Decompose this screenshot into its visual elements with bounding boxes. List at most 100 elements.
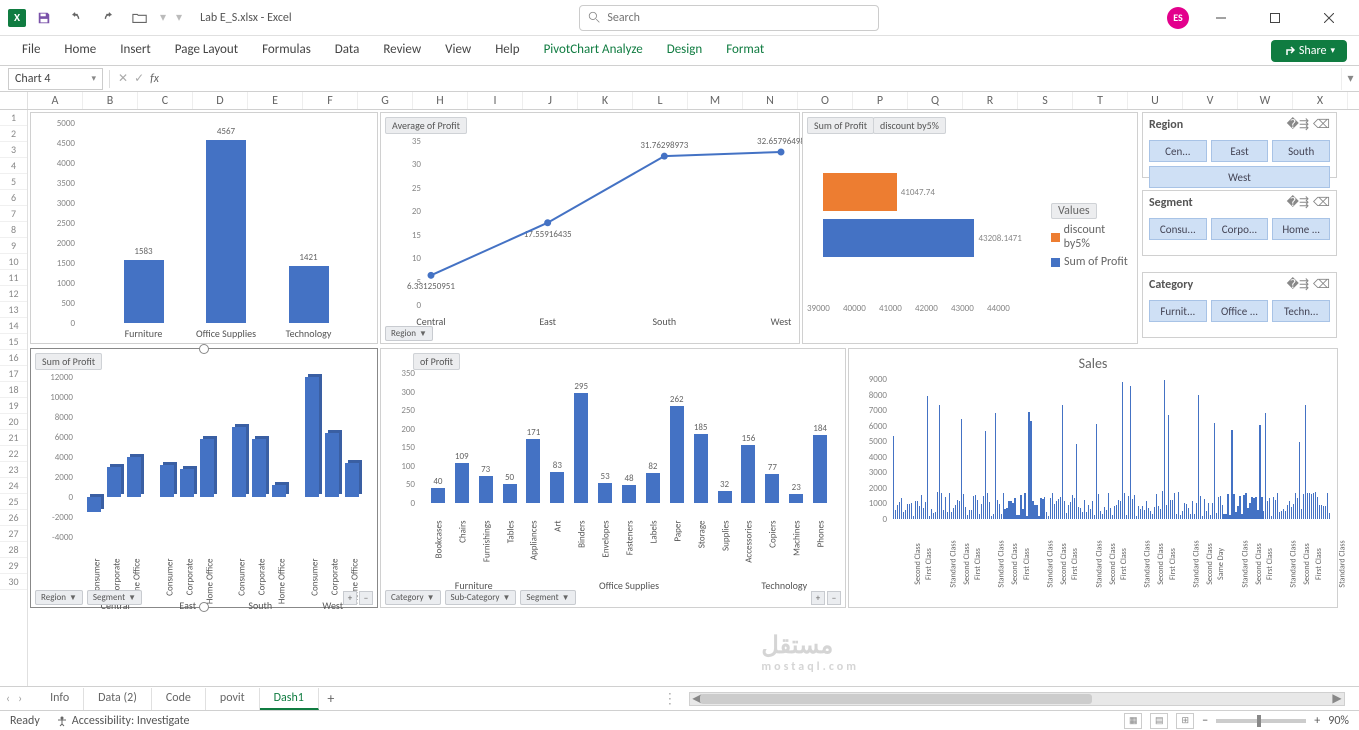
column-header-G[interactable]: G bbox=[358, 92, 413, 109]
ribbon-tab-pivotchart-analyze[interactable]: PivotChart Analyze bbox=[534, 38, 653, 63]
search-box[interactable] bbox=[579, 5, 879, 31]
ribbon-tab-design[interactable]: Design bbox=[657, 38, 712, 63]
clear-filter-icon[interactable]: ⌫ bbox=[1313, 117, 1330, 132]
column-header-M[interactable]: M bbox=[688, 92, 743, 109]
row-header-17[interactable]: 17 bbox=[0, 366, 27, 382]
column-header-C[interactable]: C bbox=[138, 92, 193, 109]
pivot-field-button[interactable]: Segment ▼ bbox=[520, 590, 575, 605]
multi-select-icon[interactable]: �⇶ bbox=[1287, 117, 1309, 132]
sheet-nav-next[interactable]: › bbox=[18, 692, 22, 706]
column-header-R[interactable]: R bbox=[963, 92, 1018, 109]
zoom-out-button[interactable]: − bbox=[1202, 714, 1208, 728]
scroll-thumb[interactable] bbox=[700, 694, 1092, 704]
slicer-segment[interactable]: Segment�⇶⌫Consu...Corpo...Home ... bbox=[1142, 190, 1337, 256]
page-layout-view-button[interactable]: ▤ bbox=[1150, 713, 1168, 729]
row-header-14[interactable]: 14 bbox=[0, 318, 27, 334]
sheet-nav-prev[interactable]: ‹ bbox=[6, 692, 10, 706]
pivot-field-button[interactable]: Category ▼ bbox=[385, 590, 441, 605]
ribbon-tab-format[interactable]: Format bbox=[716, 38, 774, 63]
scroll-right-icon[interactable]: ▶ bbox=[1330, 691, 1344, 706]
row-header-22[interactable]: 22 bbox=[0, 446, 27, 462]
search-input[interactable] bbox=[607, 11, 870, 25]
clear-filter-icon[interactable]: ⌫ bbox=[1313, 195, 1330, 210]
row-header-1[interactable]: 1 bbox=[0, 110, 27, 126]
user-avatar[interactable]: ES bbox=[1167, 7, 1189, 29]
open-file-button[interactable] bbox=[126, 4, 154, 32]
column-header-K[interactable]: K bbox=[578, 92, 633, 109]
row-header-21[interactable]: 21 bbox=[0, 430, 27, 446]
column-header-V[interactable]: V bbox=[1183, 92, 1238, 109]
row-header-28[interactable]: 28 bbox=[0, 542, 27, 558]
row-header-19[interactable]: 19 bbox=[0, 398, 27, 414]
chart-sales[interactable]: Sales01000200030004000500060007000800090… bbox=[848, 348, 1338, 608]
row-header-27[interactable]: 27 bbox=[0, 526, 27, 542]
row-header-2[interactable]: 2 bbox=[0, 126, 27, 142]
row-header-15[interactable]: 15 bbox=[0, 334, 27, 350]
formula-input[interactable] bbox=[159, 68, 1341, 90]
select-all-corner[interactable] bbox=[0, 92, 28, 109]
slicer-category[interactable]: Category�⇶⌫Furnit...Office ...Techn... bbox=[1142, 272, 1337, 338]
column-header-T[interactable]: T bbox=[1073, 92, 1128, 109]
chart-profit-by-region-segment[interactable]: Sum of Profit-4000-200002000400060008000… bbox=[30, 348, 378, 608]
column-header-X[interactable]: X bbox=[1293, 92, 1348, 109]
add-sheet-button[interactable]: + bbox=[319, 690, 343, 707]
pivot-field-button[interactable]: Region ▼ bbox=[385, 326, 433, 341]
row-header-3[interactable]: 3 bbox=[0, 142, 27, 158]
ribbon-tab-insert[interactable]: Insert bbox=[110, 38, 161, 63]
redo-button[interactable] bbox=[94, 4, 122, 32]
zoom-slider[interactable] bbox=[1216, 719, 1306, 723]
cancel-formula-icon[interactable]: ✕ bbox=[118, 71, 128, 86]
row-header-30[interactable]: 30 bbox=[0, 574, 27, 590]
ribbon-tab-view[interactable]: View bbox=[435, 38, 481, 63]
fx-icon[interactable]: fx bbox=[150, 72, 159, 86]
multi-select-icon[interactable]: �⇶ bbox=[1287, 277, 1309, 292]
slicer-item[interactable]: East bbox=[1211, 140, 1269, 162]
expand-collapse-button[interactable]: + bbox=[811, 591, 825, 605]
slicer-item[interactable]: South bbox=[1272, 140, 1330, 162]
normal-view-button[interactable]: ▦ bbox=[1124, 713, 1142, 729]
column-header-I[interactable]: I bbox=[468, 92, 523, 109]
share-button[interactable]: Share▾ bbox=[1271, 40, 1347, 62]
ribbon-tab-file[interactable]: File bbox=[12, 38, 50, 63]
row-header-4[interactable]: 4 bbox=[0, 158, 27, 174]
name-box[interactable]: Chart 4 ▾ bbox=[8, 68, 103, 90]
pivot-field-button[interactable]: Segment ▼ bbox=[87, 590, 142, 605]
slicer-region[interactable]: Region�⇶⌫Cen...EastSouthWest bbox=[1142, 112, 1337, 178]
sheet-tab-data2[interactable]: Data (2) bbox=[84, 688, 152, 710]
ribbon-tab-home[interactable]: Home bbox=[54, 38, 106, 63]
expand-formula-bar[interactable]: ▾ bbox=[1341, 68, 1359, 90]
minimize-button[interactable] bbox=[1199, 3, 1243, 33]
ribbon-tab-page-layout[interactable]: Page Layout bbox=[165, 38, 248, 63]
sheet-tab-code[interactable]: Code bbox=[152, 688, 206, 710]
slicer-item[interactable]: Cen... bbox=[1149, 140, 1207, 162]
ribbon-tab-help[interactable]: Help bbox=[485, 38, 529, 63]
column-header-A[interactable]: A bbox=[28, 92, 83, 109]
row-header-6[interactable]: 6 bbox=[0, 190, 27, 206]
sheet-tab-info[interactable]: Info bbox=[36, 688, 84, 710]
chevron-down-icon[interactable]: ▾ bbox=[91, 73, 96, 84]
worksheet-canvas[interactable]: 0500100015002000250030003500400045005000… bbox=[28, 110, 1359, 686]
chart-profit-by-category[interactable]: 0500100015002000250030003500400045005000… bbox=[30, 112, 378, 344]
pivot-field-button[interactable]: Region ▼ bbox=[35, 590, 83, 605]
column-header-P[interactable]: P bbox=[853, 92, 908, 109]
row-header-18[interactable]: 18 bbox=[0, 382, 27, 398]
expand-collapse-button[interactable]: − bbox=[359, 591, 373, 605]
chart-profit-by-subcategory[interactable]: of Profit05010015020025030035040Bookcase… bbox=[380, 348, 846, 608]
row-header-25[interactable]: 25 bbox=[0, 494, 27, 510]
row-header-20[interactable]: 20 bbox=[0, 414, 27, 430]
column-header-H[interactable]: H bbox=[413, 92, 468, 109]
column-header-W[interactable]: W bbox=[1238, 92, 1293, 109]
save-button[interactable] bbox=[30, 4, 58, 32]
row-header-9[interactable]: 9 bbox=[0, 238, 27, 254]
slicer-item[interactable]: Office ... bbox=[1211, 300, 1269, 322]
expand-collapse-button[interactable]: + bbox=[343, 591, 357, 605]
row-header-29[interactable]: 29 bbox=[0, 558, 27, 574]
maximize-button[interactable] bbox=[1253, 3, 1297, 33]
row-header-11[interactable]: 11 bbox=[0, 270, 27, 286]
column-header-D[interactable]: D bbox=[193, 92, 248, 109]
row-header-16[interactable]: 16 bbox=[0, 350, 27, 366]
row-header-7[interactable]: 7 bbox=[0, 206, 27, 222]
slicer-item[interactable]: Home ... bbox=[1272, 218, 1330, 240]
column-header-E[interactable]: E bbox=[248, 92, 303, 109]
column-header-S[interactable]: S bbox=[1018, 92, 1073, 109]
